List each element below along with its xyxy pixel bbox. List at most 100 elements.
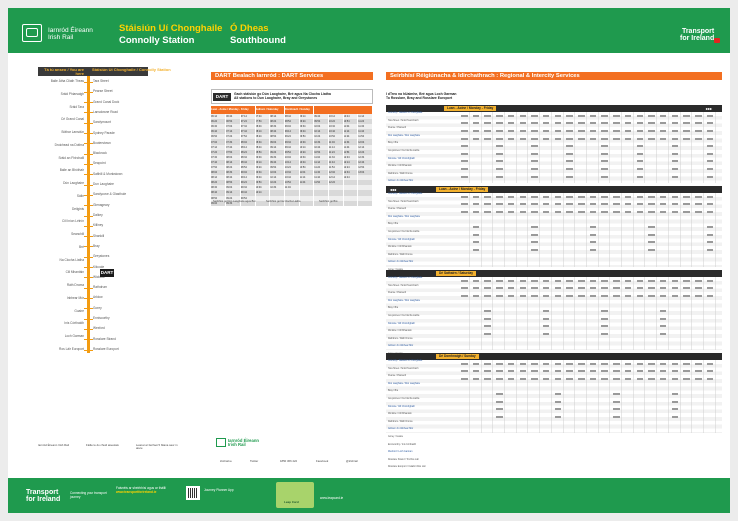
contact-handle[interactable]: @irishrail (346, 459, 358, 463)
regional-time-mark (613, 195, 620, 198)
regional-time-mark (566, 114, 573, 117)
regional-time-mark (636, 362, 643, 365)
regional-timetable-grid: Connolly / Stáisiún Uí Chonghaile Tara St… (386, 277, 722, 385)
qr-code-icon[interactable] (186, 486, 200, 500)
route-stop-left: Baile Átha Cliath Theas (50, 79, 84, 83)
regional-time-mark (601, 310, 608, 313)
regional-time-mark (695, 137, 702, 140)
regional-time-mark (589, 226, 597, 229)
regional-time-mark (671, 145, 679, 148)
regional-time-mark (671, 114, 679, 117)
direction-ga: Ó Dheas (230, 23, 269, 34)
regional-time-mark (613, 400, 620, 403)
regional-station-name: Arklow / An tInbhear Mór (388, 261, 414, 264)
route-stop-right: Booterstown (93, 140, 111, 145)
regional-time-mark (613, 287, 620, 290)
regional-time-mark (542, 362, 550, 365)
route-stop-tick (84, 143, 93, 145)
regional-time-mark (472, 233, 480, 236)
regional-time-mark (578, 195, 585, 198)
regional-station-name: Connolly / Stáisiún Uí Chonghaile (388, 112, 423, 114)
leap-card-note[interactable]: www.leapcard.ie (320, 496, 343, 500)
contact-web[interactable]: irishrail.ie (220, 459, 232, 463)
tfi-line1: Transport (681, 28, 715, 35)
regional-time-mark (472, 295, 480, 297)
regional-time-mark (496, 408, 503, 411)
prev-page-arrow-icon[interactable]: ◂◂◂ (390, 186, 396, 193)
route-stop-tick (84, 163, 93, 165)
regional-time-mark (484, 114, 491, 117)
regional-station-column: Connolly / Stáisiún Uí Chonghaile Tara St… (386, 193, 458, 301)
regional-time-mark (695, 287, 702, 290)
dart-key-3: Seirbhísí go Bré (319, 200, 338, 203)
regional-time-mark (601, 325, 608, 328)
dart-table-header: Luan - Aoine / Monday - Friday Satharn /… (211, 106, 373, 114)
regional-station-name: Pearse / Piarsach (388, 292, 407, 295)
regional-time-mark (507, 295, 515, 297)
regional-time-mark (542, 325, 550, 328)
regional-time-mark (659, 287, 667, 290)
regional-time-mark (507, 378, 515, 380)
regional-time-mark (461, 362, 468, 365)
regional-time-mark (484, 287, 491, 290)
route-header-left: Tá tú anseo / You are here (44, 67, 84, 76)
route-stop-tick (84, 205, 93, 207)
footer-web-link[interactable]: www.transportforireland.ie (116, 490, 156, 494)
regional-time-mark (589, 249, 597, 251)
regional-time-mark (624, 114, 632, 117)
timetable-poster: Iarnród Éireann Irish Rail Stáisiún Uí C… (8, 8, 730, 513)
route-stop-left: Baile an Bhóthair (59, 168, 84, 173)
regional-time-mark (683, 295, 690, 297)
regional-time-mark (507, 137, 515, 140)
contact-facebook[interactable]: Facebook (316, 459, 328, 463)
regional-time-mark (496, 145, 503, 148)
regional-time-mark (531, 295, 538, 297)
route-stop-tick (84, 287, 93, 289)
regional-time-mark (484, 122, 491, 125)
regional-time-mark (683, 370, 690, 373)
regional-time-mark (461, 137, 468, 140)
regional-time-mark (601, 287, 608, 290)
regional-time-mark (683, 203, 690, 206)
regional-time-mark (683, 279, 690, 282)
route-stop-left: Cill Iníon Léinín (62, 219, 84, 224)
regional-time-mark (496, 400, 503, 403)
route-stop-left: Na Clocha Liatha (59, 257, 84, 262)
regional-station-name: Connolly / Stáisiún Uí Chonghaile (388, 277, 423, 279)
irish-rail-logo-icon (22, 24, 42, 42)
regional-time-mark (531, 160, 538, 163)
route-stop-tick (84, 174, 93, 176)
regional-time-mark (589, 114, 597, 117)
regional-time-mark (554, 195, 562, 198)
dart-header-weekday: Luan - Aoine / Monday - Friday (211, 106, 256, 114)
regional-time-mark (461, 168, 468, 170)
regional-time-mark (578, 370, 585, 373)
contact-twitter[interactable]: Twitter (250, 459, 258, 463)
route-stop-left: Guaire (74, 308, 84, 313)
regional-time-mark (613, 408, 620, 411)
regional-time-mark (706, 145, 714, 148)
regional-station-name: Wexford / Loch Garman (388, 451, 413, 454)
regional-time-mark (613, 211, 620, 213)
regional-time-mark (695, 122, 702, 125)
regional-time-mark (683, 130, 690, 132)
regional-time-mark (613, 114, 620, 117)
regional-time-mark (659, 317, 667, 320)
regional-station-name: Arklow / An tInbhear Mór (388, 428, 414, 431)
regional-time-mark (507, 203, 515, 206)
footer-tagline: Connecting your transport journey (70, 491, 107, 499)
regional-time-mark (542, 114, 550, 117)
regional-time-mark (484, 203, 491, 206)
next-page-arrow-icon[interactable]: ▸▸▸ (706, 105, 712, 112)
regional-time-mark (636, 130, 643, 132)
regional-time-mark (589, 287, 597, 290)
regional-time-mark (472, 378, 480, 380)
regional-time-mark (624, 122, 632, 125)
route-stop-right: Tara Street (93, 79, 109, 83)
regional-time-mark (601, 168, 608, 170)
contact-phone[interactable]: 1850 366 222 (280, 459, 297, 463)
regional-time-mark (531, 152, 538, 155)
regional-time-mark (624, 203, 632, 206)
regional-station-name: Greystones / Na Clocha Liatha (388, 314, 420, 317)
regional-time-mark (671, 152, 679, 155)
